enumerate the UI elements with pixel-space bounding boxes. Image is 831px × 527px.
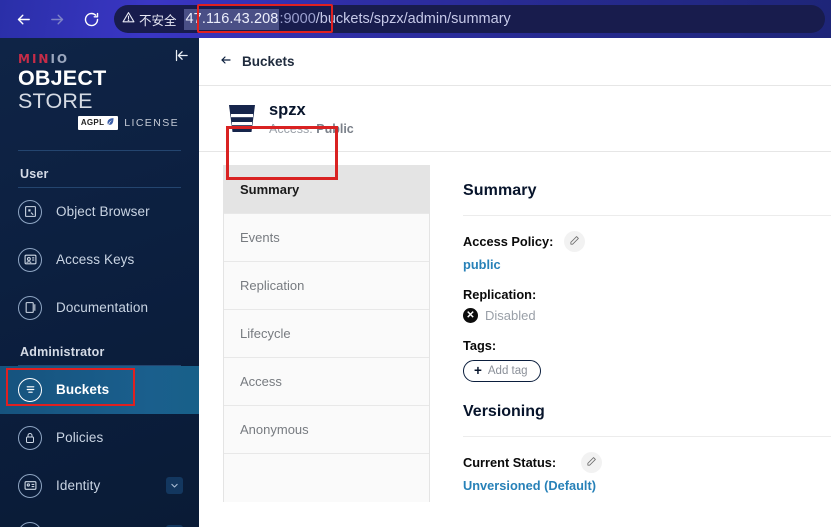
versioning-edit-button[interactable] <box>581 452 603 473</box>
sidebar: MINIO OBJECT STORE AGPL LICENSE User Obj… <box>0 38 199 527</box>
address-bar[interactable]: 不安全 47.116.43.208:9000/buckets/spzx/admi… <box>114 5 825 33</box>
sidebar-item-buckets[interactable]: Buckets <box>0 365 199 414</box>
sidebar-item-label: Buckets <box>56 382 110 398</box>
summary-rule <box>463 215 831 216</box>
object-store-title: OBJECT STORE <box>18 67 181 112</box>
versioning-title: Versioning <box>463 403 545 420</box>
add-tag-button[interactable]: + Add tag <box>463 360 541 382</box>
site-security-indicator[interactable]: 不安全 <box>122 10 184 29</box>
warning-triangle-icon <box>122 11 135 27</box>
tab-summary[interactable]: Summary <box>224 166 429 214</box>
buckets-icon <box>18 377 42 402</box>
current-status-row: Current Status: <box>463 452 831 473</box>
brand-min: MIN <box>18 52 51 66</box>
access-policy-edit-button[interactable] <box>564 231 586 252</box>
plus-icon: + <box>474 363 482 379</box>
minio-logo: MINIO OBJECT STORE AGPL LICENSE <box>0 38 199 130</box>
agpl-leaf-icon <box>106 117 115 128</box>
tab-filler <box>224 454 429 502</box>
bucket-access-value: Public <box>316 121 354 136</box>
back-button[interactable] <box>6 2 40 36</box>
sidebar-item-documentation[interactable]: Documentation <box>0 284 199 332</box>
bucket-title-block: spzx Access: Public <box>269 101 354 136</box>
bucket-access: Access: Public <box>269 122 354 136</box>
site-security-label: 不安全 <box>139 13 177 28</box>
license-row: AGPL LICENSE <box>18 116 181 130</box>
identity-card-icon <box>18 473 42 498</box>
brand-io: IO <box>50 52 70 66</box>
minio-brand: MINIO <box>18 52 181 66</box>
pencil-edit-icon <box>586 454 597 472</box>
license-label: LICENSE <box>124 116 179 129</box>
access-keys-icon <box>18 247 42 272</box>
bucket-icon <box>227 103 257 134</box>
x-circle-icon: ✕ <box>463 308 478 323</box>
access-policy-label: Access Policy: <box>463 234 554 249</box>
forward-button[interactable] <box>40 2 74 36</box>
back-arrow-icon[interactable] <box>218 54 233 69</box>
documentation-icon <box>18 295 42 320</box>
sidebar-item-policies[interactable]: Policies <box>0 414 199 462</box>
replication-row: Replication: <box>463 287 831 302</box>
sidebar-item-monitoring[interactable]: Monitoring <box>0 510 199 527</box>
pencil-edit-icon <box>569 233 580 251</box>
bucket-header: spzx Access: Public <box>199 86 831 151</box>
tags-label: Tags: <box>463 338 497 353</box>
browser-toolbar: 不安全 47.116.43.208:9000/buckets/spzx/admi… <box>0 0 831 38</box>
sidebar-item-label: Object Browser <box>56 204 150 220</box>
add-tag-label: Add tag <box>487 365 528 377</box>
tab-events[interactable]: Events <box>224 214 429 262</box>
chevron-down-icon[interactable] <box>166 477 183 495</box>
summary-detail: Summary Access Policy: public Replicatio… <box>430 165 831 502</box>
bucket-access-label: Access: <box>269 121 317 136</box>
summary-title: Summary <box>463 182 537 199</box>
url-host: 47.116.43.208 <box>183 8 280 30</box>
forward-arrow-icon <box>49 11 66 28</box>
collapse-sidebar-button[interactable] <box>173 48 189 68</box>
policies-lock-icon <box>18 425 42 450</box>
tab-replication[interactable]: Replication <box>224 262 429 310</box>
url-port: :9000 <box>279 10 316 27</box>
agpl-label: AGPL <box>80 117 105 127</box>
sidebar-section-administrator: Administrator <box>20 344 105 359</box>
tab-access[interactable]: Access <box>224 358 429 406</box>
current-status-label: Current Status: <box>463 455 557 470</box>
access-policy-row: Access Policy: <box>463 231 831 252</box>
sidebar-item-label: Access Keys <box>56 252 135 268</box>
sidebar-item-label: Policies <box>56 430 104 446</box>
versioning-rule <box>463 436 831 437</box>
sidebar-item-label: Identity <box>56 478 101 494</box>
sidebar-item-object-browser[interactable]: Object Browser <box>0 188 199 236</box>
bucket-tabs: Summary Events Replication Lifecycle Acc… <box>223 165 430 502</box>
agpl-badge: AGPL <box>77 116 119 130</box>
breadcrumb[interactable]: Buckets <box>199 38 831 85</box>
url-path: /buckets/spzx/admin/summary <box>315 11 511 27</box>
title-object: OBJECT <box>18 66 107 90</box>
replication-status: Disabled <box>485 308 536 323</box>
sidebar-item-identity[interactable]: Identity <box>0 462 199 510</box>
replication-status-row: ✕ Disabled <box>463 308 831 323</box>
replication-label: Replication: <box>463 287 537 302</box>
bucket-detail-panel: Summary Events Replication Lifecycle Acc… <box>199 152 831 502</box>
back-arrow-icon <box>15 11 32 28</box>
url-text[interactable]: 47.116.43.208:9000/buckets/spzx/admin/su… <box>183 8 815 30</box>
current-status-value[interactable]: Unversioned (Default) <box>463 478 831 493</box>
reload-icon <box>83 11 100 28</box>
sidebar-item-access-keys[interactable]: Access Keys <box>0 236 199 284</box>
tags-row: Tags: <box>463 338 831 353</box>
reload-button[interactable] <box>74 2 108 36</box>
sidebar-section-user: User <box>20 166 49 181</box>
bucket-name: spzx <box>269 101 306 120</box>
object-browser-icon <box>18 199 42 224</box>
breadcrumb-label[interactable]: Buckets <box>242 54 295 69</box>
monitoring-magnifier-icon <box>18 521 42 527</box>
title-store: STORE <box>18 88 93 113</box>
access-policy-value[interactable]: public <box>463 257 831 272</box>
tab-lifecycle[interactable]: Lifecycle <box>224 310 429 358</box>
tab-anonymous[interactable]: Anonymous <box>224 406 429 454</box>
main-content: Buckets spzx Access: Public Summary Even… <box>199 38 831 527</box>
collapse-sidebar-icon <box>174 48 189 68</box>
sidebar-item-label: Documentation <box>56 300 149 316</box>
